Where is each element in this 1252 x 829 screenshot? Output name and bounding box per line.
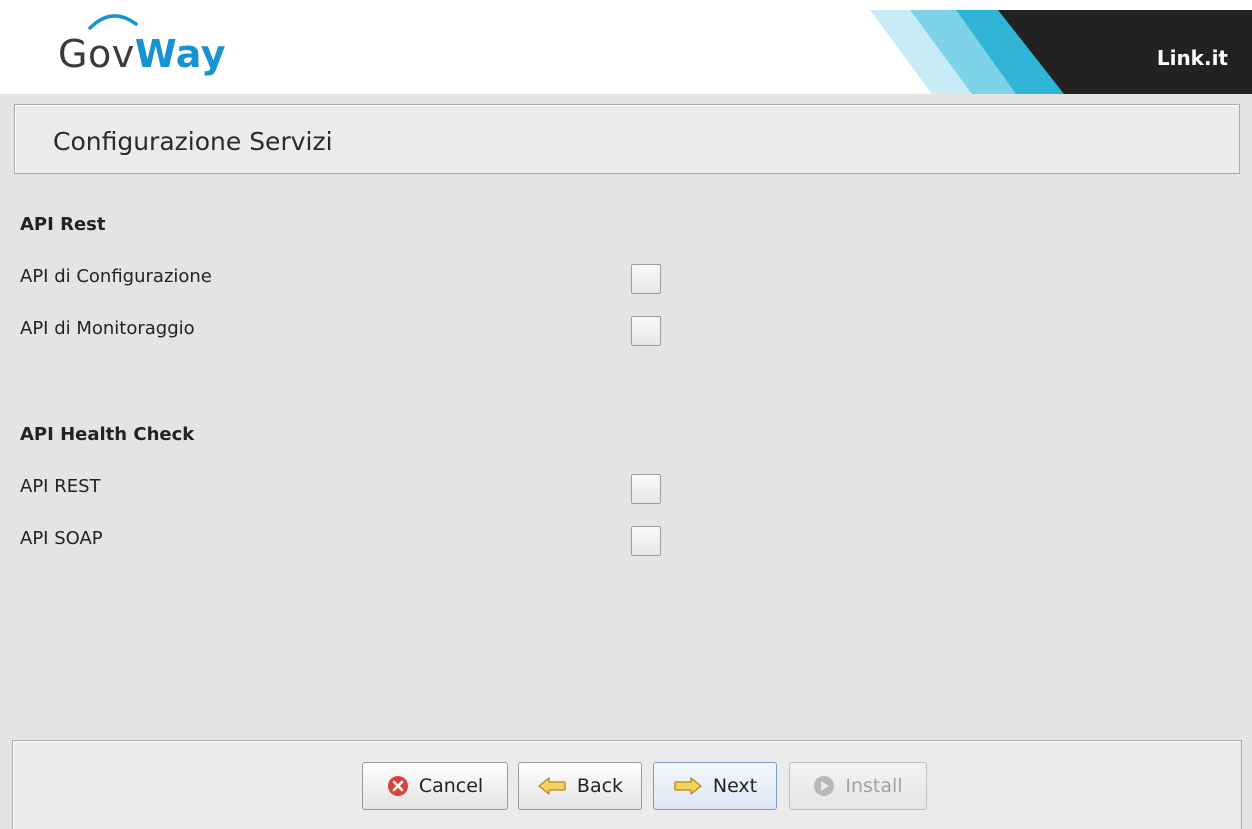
top-edge [0, 0, 1252, 10]
checkbox-api-configurazione[interactable] [631, 264, 661, 294]
install-button-label: Install [845, 775, 903, 797]
label-api-configurazione: API di Configurazione [20, 266, 212, 287]
label-api-monitoraggio: API di Monitoraggio [20, 318, 195, 339]
govway-logo: GovWay [58, 32, 226, 76]
arrow-left-icon [538, 777, 566, 795]
app-header: GovWay Link.it [0, 10, 1252, 94]
label-api-soap: API SOAP [20, 528, 103, 549]
install-button[interactable]: Install [789, 762, 927, 810]
back-button-label: Back [576, 775, 624, 797]
logo-arc-icon [88, 14, 138, 30]
cancel-button-label: Cancel [418, 775, 484, 797]
next-button-label: Next [712, 775, 758, 797]
checkbox-api-rest[interactable] [631, 474, 661, 504]
back-button[interactable]: Back [518, 762, 642, 810]
wizard-button-bar: Cancel Back Next Install [12, 740, 1242, 829]
page-title-panel: Configurazione Servizi [14, 104, 1240, 174]
checkbox-api-soap[interactable] [631, 526, 661, 556]
label-api-rest: API REST [20, 476, 101, 497]
linkit-brand-logo: Link.it [1156, 46, 1228, 70]
arrow-right-icon [674, 777, 702, 795]
logo-text-way: Way [134, 32, 226, 76]
checkbox-api-monitoraggio[interactable] [631, 316, 661, 346]
cancel-button[interactable]: Cancel [362, 762, 508, 810]
section-heading-api-rest: API Rest [20, 214, 106, 235]
page-title: Configurazione Servizi [53, 127, 333, 156]
logo-text-gov: Gov [58, 32, 135, 76]
next-button[interactable]: Next [653, 762, 777, 810]
section-heading-api-health-check: API Health Check [20, 424, 195, 445]
cancel-x-icon [387, 776, 408, 796]
install-disc-icon [814, 776, 835, 796]
